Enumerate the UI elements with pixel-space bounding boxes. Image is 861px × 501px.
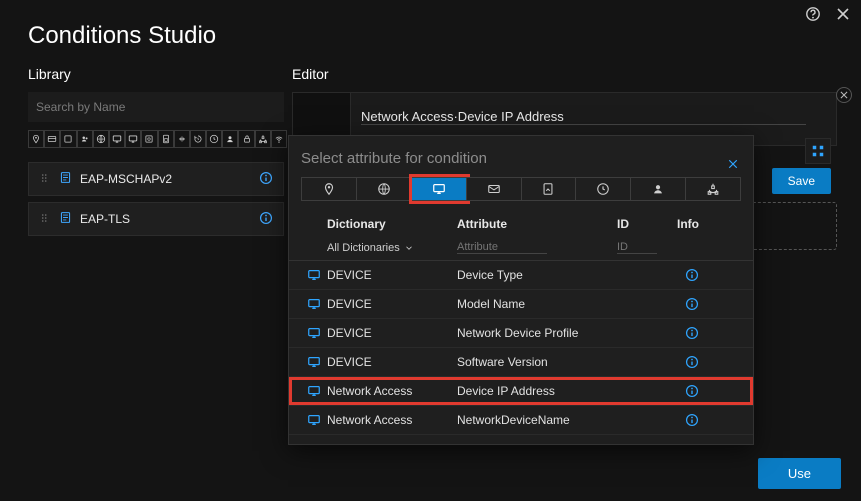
drag-handle-icon[interactable] <box>39 212 51 227</box>
row-attribute: Device Type <box>457 268 633 282</box>
library-heading: Library <box>28 66 288 82</box>
row-attribute: Software Version <box>457 355 633 369</box>
col-info: Info <box>677 217 727 231</box>
monitor-icon <box>301 297 327 311</box>
library-item[interactable]: EAP-MSCHAPv2 <box>28 162 284 196</box>
info-icon[interactable] <box>677 413 707 427</box>
drag-handle-icon[interactable] <box>39 172 51 187</box>
monitor-icon <box>301 413 327 427</box>
editor-heading: Editor <box>292 66 837 82</box>
info-icon[interactable] <box>677 326 707 340</box>
clear-condition-icon[interactable] <box>836 87 852 103</box>
row-dictionary: DEVICE <box>327 355 457 369</box>
info-icon[interactable] <box>259 211 273 228</box>
attribute-popover: Select attribute for condition Dictionar… <box>288 135 754 445</box>
doc-icon <box>59 211 72 227</box>
monitor-icon <box>301 355 327 369</box>
attribute-row[interactable]: DEVICEDevice Type <box>289 261 753 290</box>
save-button[interactable]: Save <box>772 168 831 194</box>
library-item[interactable]: EAP-TLS <box>28 202 284 236</box>
close-icon[interactable] <box>835 6 851 22</box>
row-dictionary: Network Access <box>327 413 457 427</box>
col-attribute: Attribute <box>457 217 617 231</box>
tab-envelope[interactable] <box>467 177 522 201</box>
col-dictionary: Dictionary <box>327 217 457 231</box>
tab-pin[interactable] <box>301 177 357 201</box>
filter-sitemap-icon[interactable] <box>255 130 271 148</box>
filter-wifi-icon[interactable] <box>271 130 287 148</box>
row-dictionary: DEVICE <box>327 326 457 340</box>
attribute-row[interactable]: DEVICESoftware Version <box>289 348 753 377</box>
attribute-row[interactable]: Network AccessDevice IP Address <box>289 377 753 406</box>
row-dictionary: DEVICE <box>327 297 457 311</box>
row-attribute: Device IP Address <box>457 384 633 398</box>
tab-monitor[interactable] <box>412 177 467 201</box>
filter-pin-icon[interactable] <box>28 130 44 148</box>
id-filter-input[interactable] <box>617 241 657 254</box>
row-attribute: Network Device Profile <box>457 326 633 340</box>
help-icon[interactable] <box>805 6 821 22</box>
doc-icon <box>59 171 72 187</box>
tab-clock[interactable] <box>576 177 631 201</box>
monitor-icon <box>301 268 327 282</box>
filter-lock-icon[interactable] <box>238 130 254 148</box>
library-item-name: EAP-MSCHAPv2 <box>80 172 251 186</box>
chevron-down-icon <box>404 243 414 253</box>
attribute-filter-input[interactable] <box>457 241 547 254</box>
popover-title: Select attribute for condition <box>289 146 753 177</box>
filter-badge-icon[interactable] <box>141 130 157 148</box>
filter-card-icon[interactable] <box>44 130 60 148</box>
filter-square-icon[interactable] <box>60 130 76 148</box>
dictionary-filter[interactable]: All Dictionaries <box>327 242 457 254</box>
filter-globe-icon[interactable] <box>93 130 109 148</box>
info-icon[interactable] <box>677 384 707 398</box>
tab-user[interactable] <box>631 177 686 201</box>
filter-sim-icon[interactable] <box>158 130 174 148</box>
popover-filter-row: All Dictionaries <box>289 237 753 261</box>
info-icon[interactable] <box>677 268 707 282</box>
popover-close-icon[interactable] <box>727 158 739 173</box>
attribute-row[interactable]: DEVICEModel Name <box>289 290 753 319</box>
library-item-name: EAP-TLS <box>80 212 251 226</box>
use-button[interactable]: Use <box>758 458 841 489</box>
row-attribute: Model Name <box>457 297 633 311</box>
col-id: ID <box>617 217 677 231</box>
attribute-row[interactable]: Network AccessNetworkDeviceName <box>289 406 753 435</box>
library-panel: Library EAP-MSCHAPv2 EAP-TLS <box>0 58 292 501</box>
filter-group-icon[interactable] <box>77 130 93 148</box>
tab-sitemap[interactable] <box>686 177 741 201</box>
info-icon[interactable] <box>677 355 707 369</box>
filter-arrows-icon[interactable] <box>174 130 190 148</box>
condition-freetext[interactable]: Network Access·Device IP Address <box>361 93 806 125</box>
popover-columns-header: Dictionary Attribute ID Info <box>289 209 753 237</box>
attribute-row[interactable]: DEVICENetwork Device Profile <box>289 319 753 348</box>
library-filter-iconbar <box>28 130 288 148</box>
view-grid-button[interactable] <box>805 138 831 164</box>
filter-history-icon[interactable] <box>190 130 206 148</box>
tab-page[interactable] <box>522 177 577 201</box>
filter-monitor-icon[interactable] <box>109 130 125 148</box>
info-icon[interactable] <box>677 297 707 311</box>
row-attribute: NetworkDeviceName <box>457 413 633 427</box>
monitor-icon <box>301 384 327 398</box>
info-icon[interactable] <box>259 171 273 188</box>
tab-globe[interactable] <box>357 177 412 201</box>
search-input[interactable] <box>28 92 284 122</box>
page-title: Conditions Studio <box>28 22 216 50</box>
filter-clock-icon[interactable] <box>206 130 222 148</box>
row-dictionary: DEVICE <box>327 268 457 282</box>
monitor-icon <box>301 326 327 340</box>
popover-tabrow <box>301 177 741 201</box>
row-dictionary: Network Access <box>327 384 457 398</box>
filter-user-icon[interactable] <box>222 130 238 148</box>
dictionary-filter-label: All Dictionaries <box>327 242 400 254</box>
filter-monitor2-icon[interactable] <box>125 130 141 148</box>
